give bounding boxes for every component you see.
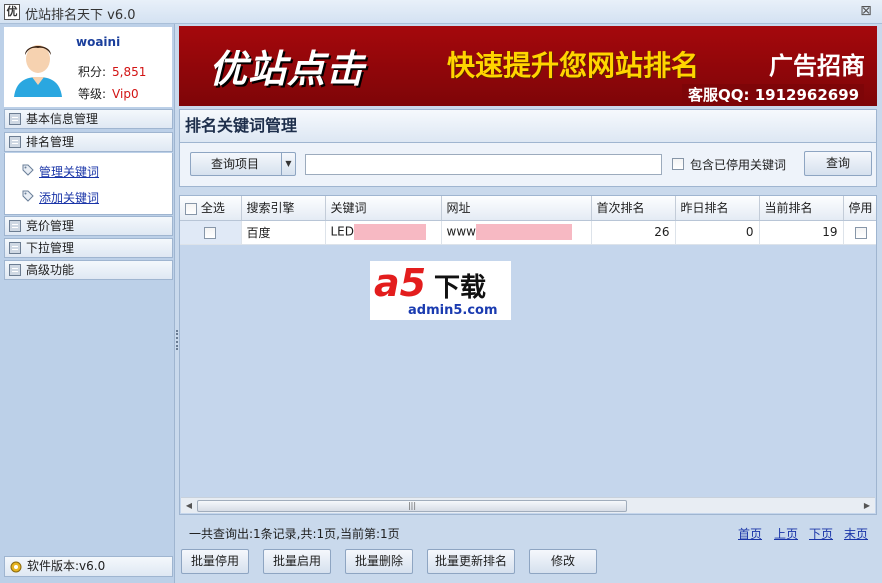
keyword-text: LED bbox=[330, 224, 355, 239]
next-page-link[interactable]: 下页 bbox=[809, 525, 833, 542]
points-label: 积分: bbox=[78, 65, 107, 79]
add-keyword-link[interactable]: 添加关键词 bbox=[39, 189, 99, 206]
points-line: 积分: 5,851 bbox=[78, 63, 146, 80]
col-header-current-rank[interactable]: 当前排名 bbox=[759, 196, 844, 221]
grid-icon bbox=[9, 242, 21, 254]
url-cell: www bbox=[441, 220, 592, 245]
redacted-mask bbox=[475, 224, 572, 240]
sidebar: woaini 积分: 5,851 等级: Vip0 基本信息管理 排名管理 管理关键… bbox=[0, 24, 175, 583]
app-icon: 优 bbox=[4, 4, 20, 20]
scrollbar-thumb[interactable]: ||| bbox=[197, 500, 627, 512]
last-page-link[interactable]: 末页 bbox=[844, 525, 868, 542]
query-field-dropdown[interactable]: 查询项目 ▼ bbox=[190, 152, 296, 176]
banner-slogan: 快速提升您网站排名 bbox=[447, 49, 700, 82]
record-status: 一共查询出:1条记录,共:1页,当前第:1页 bbox=[189, 527, 400, 541]
batch-disable-button[interactable]: 批量停用 bbox=[181, 549, 249, 574]
title-bar: 优 优站排名天下 v6.0 ⊠ bbox=[0, 0, 882, 24]
url-text: www bbox=[446, 224, 476, 239]
tag-icon bbox=[22, 190, 34, 202]
redacted-mask bbox=[354, 224, 427, 240]
batch-delete-button[interactable]: 批量删除 bbox=[345, 549, 413, 574]
level-line: 等级: Vip0 bbox=[78, 85, 139, 102]
search-input[interactable] bbox=[305, 154, 662, 175]
watermark-domain: admin5.com bbox=[408, 303, 498, 318]
horizontal-scrollbar[interactable]: ◀ ||| ▶ bbox=[181, 497, 875, 513]
row-disabled-checkbox[interactable] bbox=[854, 226, 867, 239]
sidebar-item-dropdown[interactable]: 下拉管理 bbox=[4, 238, 173, 258]
manage-keywords-link[interactable]: 管理关键词 bbox=[39, 163, 99, 180]
panel-title: 排名关键词管理 bbox=[179, 109, 877, 143]
select-all-checkbox[interactable] bbox=[185, 202, 197, 215]
watermark-a5: a5 bbox=[374, 261, 427, 305]
watermark-cn: 下载 bbox=[434, 273, 487, 303]
col-header-url[interactable]: 网址 bbox=[441, 196, 592, 221]
col-header-first-rank[interactable]: 首次排名 bbox=[591, 196, 676, 221]
banner-qq: 客服QQ: 1912962699 bbox=[682, 84, 864, 106]
row-select-cell[interactable] bbox=[180, 220, 242, 245]
query-button[interactable]: 查询 bbox=[804, 151, 872, 176]
batch-enable-button[interactable]: 批量启用 bbox=[263, 549, 331, 574]
sidebar-item-label: 竞价管理 bbox=[26, 219, 75, 233]
edit-button[interactable]: 修改 bbox=[529, 549, 597, 574]
avatar bbox=[10, 33, 66, 97]
disabled-cell[interactable] bbox=[843, 220, 876, 245]
sidebar-item-basic-info[interactable]: 基本信息管理 bbox=[4, 109, 173, 129]
keyword-grid: 全选 搜索引擎 关键词 网址 首次排名 昨日排名 当前排名 停用 百度 LED … bbox=[179, 195, 877, 515]
include-disabled-label: 包含已停用关键词 bbox=[690, 158, 787, 172]
keyword-cell: LED bbox=[325, 220, 442, 245]
col-header-yesterday-rank[interactable]: 昨日排名 bbox=[675, 196, 760, 221]
dropdown-label: 查询项目 bbox=[211, 157, 260, 171]
yesterday-rank-cell: 0 bbox=[675, 220, 760, 245]
engine-cell: 百度 bbox=[241, 220, 326, 245]
tag-icon bbox=[22, 164, 34, 176]
row-select-checkbox[interactable] bbox=[204, 226, 217, 239]
select-all-label: 全选 bbox=[200, 201, 225, 216]
banner-ad-text: 广告招商 bbox=[769, 52, 865, 80]
window-title: 优站排名天下 v6.0 bbox=[25, 8, 136, 23]
version-bar: 软件版本:v6.0 bbox=[4, 556, 173, 577]
col-header-engine[interactable]: 搜索引擎 bbox=[241, 196, 326, 221]
select-all-header[interactable]: 全选 bbox=[180, 196, 242, 221]
ranking-submenu: 管理关键词 添加关键词 bbox=[4, 153, 173, 215]
col-header-keyword[interactable]: 关键词 bbox=[325, 196, 442, 221]
ad-banner[interactable]: 优站点击 快速提升您网站排名 广告招商 客服QQ: 1912962699 bbox=[179, 26, 877, 106]
user-name: woaini bbox=[76, 35, 121, 49]
table-header-row: 全选 搜索引擎 关键词 网址 首次排名 昨日排名 当前排名 停用 bbox=[180, 196, 876, 221]
close-icon[interactable]: ⊠ bbox=[858, 3, 874, 19]
sidebar-item-ranking[interactable]: 排名管理 bbox=[4, 132, 173, 152]
prev-page-link[interactable]: 上页 bbox=[774, 525, 798, 542]
banner-brand: 优站点击 bbox=[209, 46, 366, 91]
sidebar-item-label: 基本信息管理 bbox=[26, 112, 99, 126]
grid-icon bbox=[9, 113, 21, 125]
first-rank-cell: 26 bbox=[591, 220, 676, 245]
user-panel: woaini 积分: 5,851 等级: Vip0 bbox=[4, 27, 172, 107]
sidebar-item-advanced[interactable]: 高级功能 bbox=[4, 260, 173, 280]
batch-update-rank-button[interactable]: 批量更新排名 bbox=[427, 549, 515, 574]
watermark-logo: a5 下载 admin5.com bbox=[370, 261, 511, 320]
grid-icon bbox=[9, 136, 21, 148]
version-text: 软件版本:v6.0 bbox=[27, 559, 106, 573]
sidebar-item-bidding[interactable]: 竞价管理 bbox=[4, 216, 173, 236]
scroll-right-icon[interactable]: ▶ bbox=[861, 500, 873, 512]
grid-icon bbox=[9, 264, 21, 276]
panel-splitter-handle[interactable] bbox=[176, 330, 178, 350]
sidebar-item-label: 下拉管理 bbox=[26, 241, 75, 255]
points-value: 5,851 bbox=[112, 65, 147, 79]
first-page-link[interactable]: 首页 bbox=[738, 525, 762, 542]
chevron-down-icon[interactable]: ▼ bbox=[281, 153, 295, 175]
grid-icon bbox=[9, 220, 21, 232]
footer: 一共查询出:1条记录,共:1页,当前第:1页 首页 上页 下页 末页 批量停用 … bbox=[179, 518, 877, 580]
col-header-disabled[interactable]: 停用 bbox=[843, 196, 876, 221]
scroll-left-icon[interactable]: ◀ bbox=[183, 500, 195, 512]
level-label: 等级: bbox=[78, 87, 107, 101]
table-row[interactable]: 百度 LED www 26 0 19 bbox=[180, 220, 876, 245]
include-disabled-checkbox[interactable] bbox=[672, 158, 684, 170]
sidebar-item-label: 排名管理 bbox=[26, 135, 75, 149]
level-value: Vip0 bbox=[112, 87, 139, 101]
current-rank-cell: 19 bbox=[759, 220, 844, 245]
gear-icon bbox=[10, 561, 22, 573]
search-toolbar: 查询项目 ▼ 包含已停用关键词 查询 bbox=[179, 143, 877, 187]
sidebar-item-label: 高级功能 bbox=[26, 263, 75, 277]
